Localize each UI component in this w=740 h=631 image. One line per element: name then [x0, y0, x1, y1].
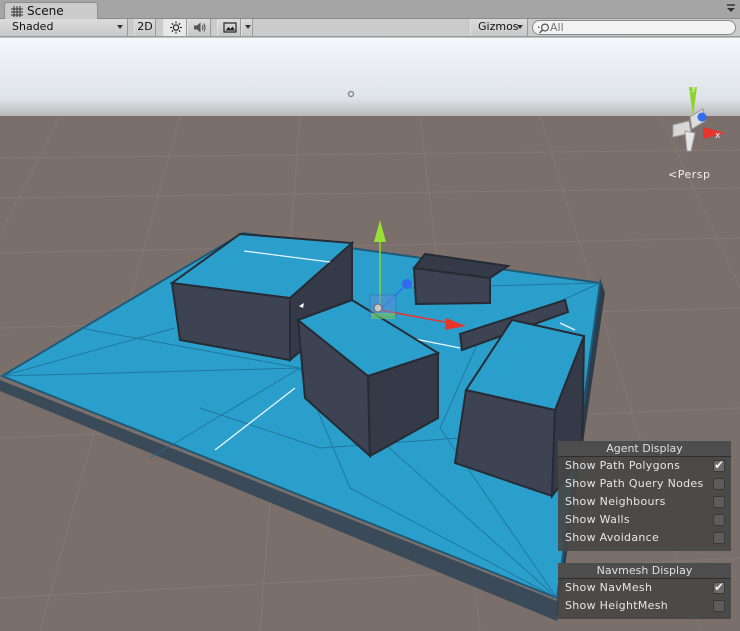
image-icon: [223, 22, 237, 33]
gizmos-label: Gizmos: [478, 20, 519, 33]
option-label: Show NavMesh: [565, 581, 653, 594]
projection-label: Persp: [677, 168, 711, 181]
scene-lighting-button[interactable]: [163, 19, 187, 36]
navmesh-display-title: Navmesh Display: [558, 563, 731, 579]
show-path-query-nodes-checkbox[interactable]: [713, 478, 725, 490]
tab-bar: Scene: [0, 0, 740, 20]
option-label: Show Neighbours: [565, 495, 666, 508]
option-label: Show Path Polygons: [565, 459, 681, 472]
show-walls-checkbox[interactable]: [713, 514, 725, 526]
show-neighbours-checkbox[interactable]: [713, 496, 725, 508]
check-icon: ✔: [714, 580, 725, 594]
sky: [0, 38, 740, 118]
2d-mode-button[interactable]: 2D: [134, 19, 156, 36]
search-icon[interactable]: [537, 22, 551, 34]
speaker-icon: [194, 22, 206, 33]
scene-effects-dropdown[interactable]: [241, 19, 253, 36]
option-show-heightmesh[interactable]: Show HeightMesh: [558, 597, 731, 615]
scene-toolbar: Shaded 2D Gizmos: [0, 19, 740, 37]
navmesh-display-panel: Navmesh Display Show NavMesh ✔ Show Heig…: [558, 563, 731, 619]
grid-icon: [11, 6, 23, 17]
agent-display-title: Agent Display: [558, 441, 731, 457]
option-show-path-polygons[interactable]: Show Path Polygons ✔: [558, 457, 731, 475]
option-label: Show Walls: [565, 513, 630, 526]
projection-toggle[interactable]: <Persp: [668, 168, 710, 181]
persp-arrow-icon: <: [668, 168, 678, 181]
scene-window: Scene Shaded 2D Gizmos All y x <Persp Ag…: [0, 0, 740, 631]
chevron-down-icon: [517, 25, 523, 29]
tab-label: Scene: [27, 4, 64, 18]
context-menu-icon[interactable]: [726, 4, 736, 14]
show-navmesh-checkbox[interactable]: ✔: [713, 580, 725, 594]
search-input[interactable]: [550, 21, 720, 34]
option-show-path-query-nodes[interactable]: Show Path Query Nodes: [558, 475, 731, 493]
sun-icon: [170, 21, 182, 34]
show-path-polygons-checkbox[interactable]: ✔: [713, 458, 725, 472]
option-label: Show Avoidance: [565, 531, 660, 544]
agent-display-panel: Agent Display Show Path Polygons ✔ Show …: [558, 441, 731, 551]
option-show-neighbours[interactable]: Show Neighbours: [558, 493, 731, 511]
shading-mode-dropdown[interactable]: Shaded: [0, 19, 128, 36]
chevron-down-icon: [245, 25, 251, 29]
option-label: Show Path Query Nodes: [565, 477, 704, 490]
shading-mode-label: Shaded: [12, 20, 54, 33]
search-box: [532, 20, 736, 35]
option-show-navmesh[interactable]: Show NavMesh ✔: [558, 579, 731, 597]
axis-y-label: y: [691, 83, 697, 93]
scene-effects-button[interactable]: [217, 19, 241, 36]
show-avoidance-checkbox[interactable]: [713, 532, 725, 544]
gizmos-dropdown[interactable]: Gizmos: [470, 19, 528, 36]
tab-scene[interactable]: Scene: [4, 2, 98, 20]
option-show-walls[interactable]: Show Walls: [558, 511, 731, 529]
option-show-avoidance[interactable]: Show Avoidance: [558, 529, 731, 547]
option-label: Show HeightMesh: [565, 599, 669, 612]
show-heightmesh-checkbox[interactable]: [713, 600, 725, 612]
axis-x-label: x: [715, 131, 721, 141]
orientation-gizmo[interactable]: y x: [663, 81, 725, 153]
scene-audio-button[interactable]: [187, 19, 211, 36]
check-icon: ✔: [714, 458, 725, 472]
chevron-down-icon: [117, 25, 123, 29]
